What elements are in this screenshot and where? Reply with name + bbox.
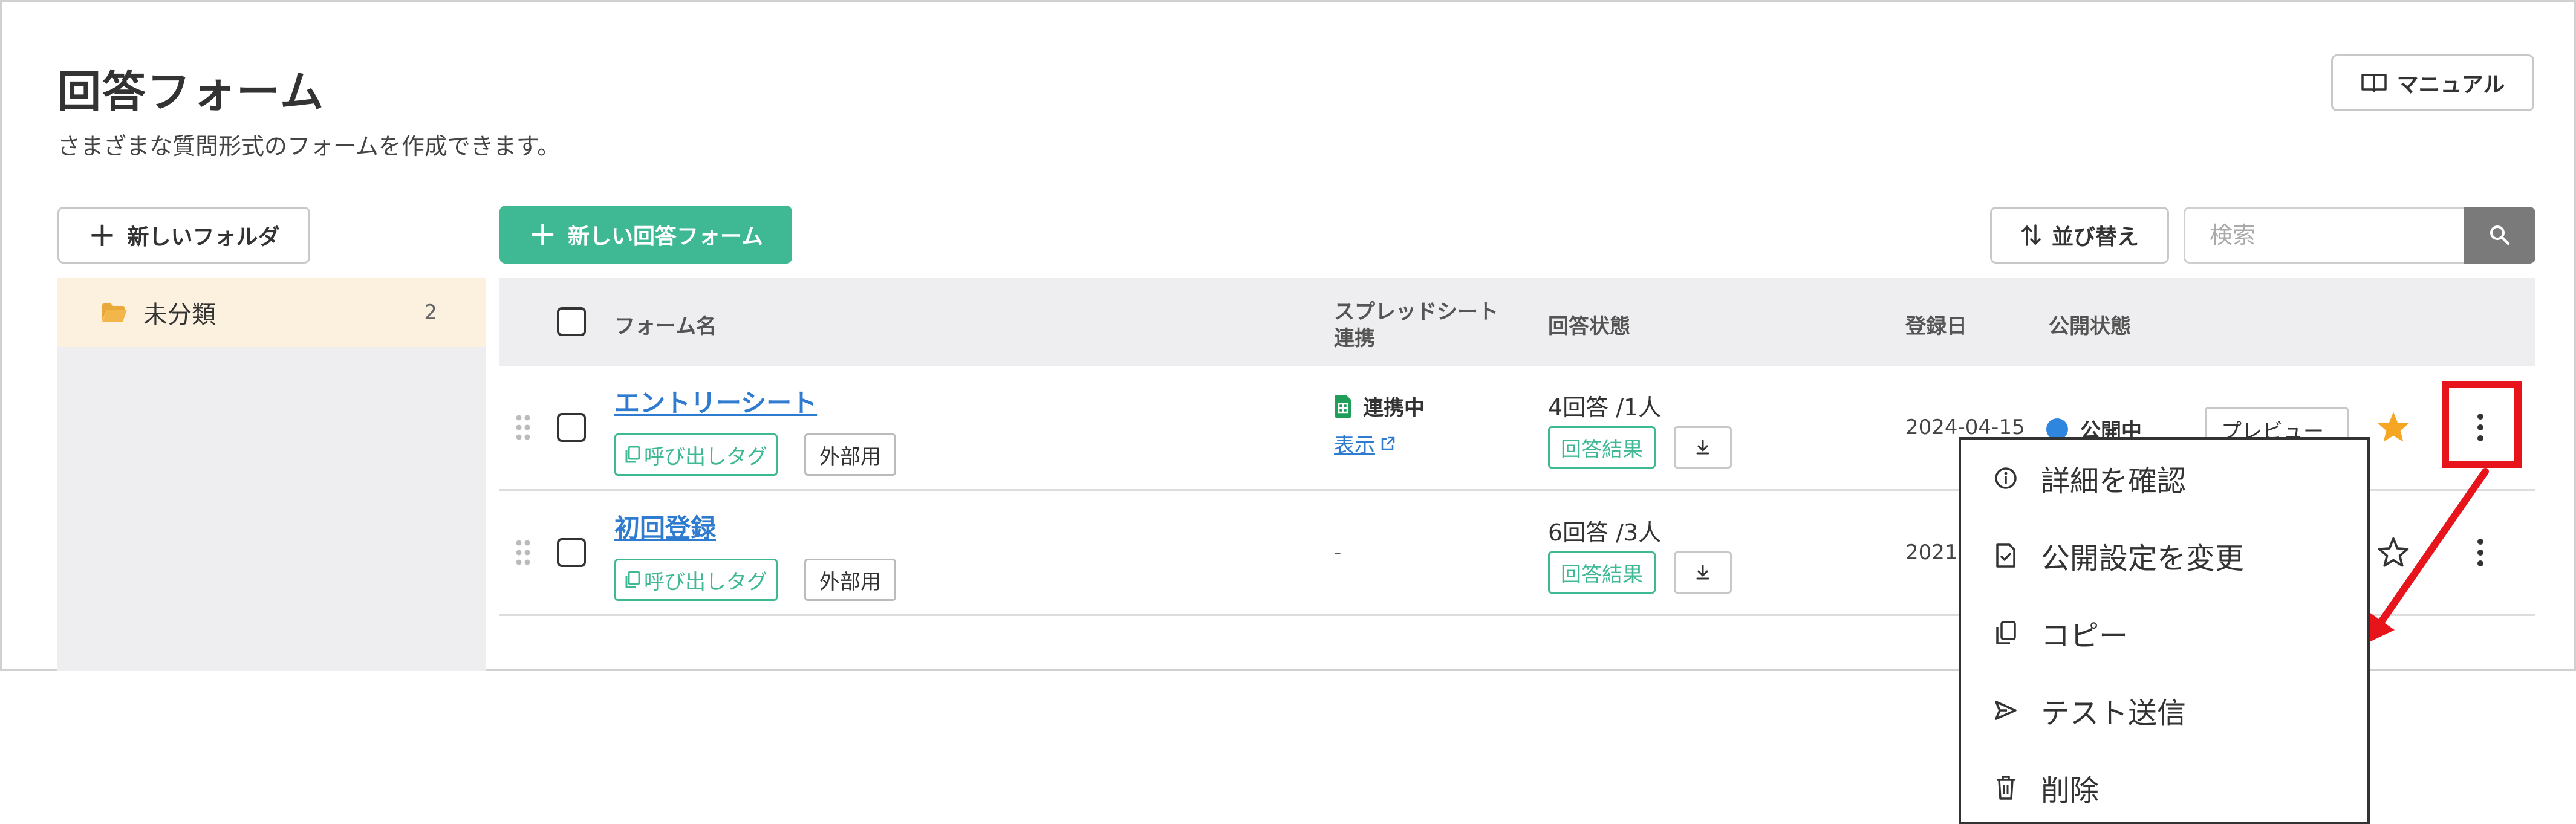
- registered-date: 2024-04-15: [1905, 415, 2025, 440]
- sheet-view-label: 表示: [1334, 433, 1375, 458]
- page-title: 回答フォーム: [57, 67, 325, 117]
- answer-count: 4回答 /1人: [1548, 394, 1662, 421]
- call-tag-label: 呼び出しタグ: [644, 569, 767, 594]
- download-icon: [1696, 565, 1709, 580]
- menu-item-label: 公開設定を変更: [2041, 542, 2245, 576]
- plus-icon: +: [529, 215, 557, 254]
- annotation-highlight-box: [2442, 381, 2522, 468]
- download-button[interactable]: [1674, 551, 1732, 594]
- copy-icon: [1992, 620, 2019, 646]
- info-icon: [1992, 465, 2019, 491]
- download-icon: [1696, 440, 1709, 455]
- star-filled-icon[interactable]: [2376, 410, 2410, 443]
- send-icon: [1992, 697, 2019, 724]
- sheet-status: 連携中: [1334, 391, 1425, 421]
- table-header: フォーム名 スプレッドシート 連携 回答状態 登録日 公開状態: [499, 278, 2535, 366]
- registered-date: 2021-: [1905, 540, 1965, 565]
- download-button[interactable]: [1674, 426, 1732, 469]
- manual-button[interactable]: マニュアル: [2331, 54, 2534, 111]
- column-header-sheet-line1: スプレッドシート: [1334, 300, 1498, 324]
- folder-label: 未分類: [143, 301, 216, 329]
- column-header-sheet-line2: 連携: [1334, 326, 1375, 351]
- search-icon: [2490, 225, 2510, 245]
- new-folder-label: 新しいフォルダ: [127, 225, 280, 250]
- folder-sidebar: 未分類 2: [57, 278, 486, 671]
- new-folder-button[interactable]: + 新しいフォルダ: [57, 207, 310, 264]
- menu-item-details[interactable]: 詳細を確認: [1961, 440, 2367, 517]
- sheet-view-link[interactable]: 表示: [1334, 429, 1396, 458]
- column-header-name: フォーム名: [614, 314, 717, 339]
- external-tag-button[interactable]: 外部用: [804, 559, 896, 601]
- plus-icon: +: [88, 215, 117, 255]
- external-tag-button[interactable]: 外部用: [804, 433, 896, 476]
- menu-item-test-send[interactable]: テスト送信: [1961, 672, 2367, 749]
- external-tag-label: 外部用: [819, 569, 881, 594]
- menu-item-label: コピー: [2041, 619, 2129, 653]
- menu-item-publish-settings[interactable]: 公開設定を変更: [1961, 517, 2367, 594]
- answer-result-button[interactable]: 回答結果: [1548, 426, 1656, 469]
- form-name-link[interactable]: 初回登録: [614, 508, 716, 545]
- folder-icon: [102, 303, 127, 322]
- answer-result-label: 回答結果: [1561, 437, 1643, 462]
- call-tag-label: 呼び出しタグ: [644, 444, 767, 469]
- answer-result-label: 回答結果: [1561, 562, 1643, 587]
- column-header-publish: 公開状態: [2049, 314, 2131, 339]
- sort-arrows-icon: [2021, 224, 2041, 246]
- drag-handle-icon[interactable]: [514, 413, 532, 442]
- select-all-checkbox[interactable]: [557, 307, 586, 336]
- menu-item-label: テスト送信: [2041, 696, 2187, 730]
- call-tag-button[interactable]: 呼び出しタグ: [614, 433, 778, 476]
- trash-icon: [1992, 774, 2019, 801]
- search-button[interactable]: [2464, 207, 2535, 264]
- form-name-link[interactable]: エントリーシート: [614, 383, 817, 420]
- sort-button[interactable]: 並び替え: [1990, 207, 2169, 264]
- book-icon: [2361, 74, 2387, 92]
- new-form-button[interactable]: + 新しい回答フォーム: [499, 206, 792, 264]
- column-header-date: 登録日: [1905, 314, 1967, 339]
- row-checkbox[interactable]: [557, 538, 586, 567]
- answer-result-button[interactable]: 回答結果: [1548, 551, 1656, 594]
- sort-label: 並び替え: [2051, 225, 2139, 250]
- sheet-status-label: 連携中: [1363, 396, 1425, 420]
- answer-count: 6回答 /3人: [1548, 519, 1662, 546]
- menu-item-label: 削除: [2041, 774, 2100, 808]
- new-form-label: 新しい回答フォーム: [568, 224, 763, 249]
- drag-handle-icon[interactable]: [514, 538, 532, 567]
- page-subtitle: さまざまな質問形式のフォームを作成できます。: [57, 133, 561, 160]
- menu-item-delete[interactable]: 削除: [1961, 749, 2367, 824]
- spreadsheet-icon: [1335, 394, 1351, 418]
- external-link-icon: [1381, 436, 1395, 450]
- folder-item-uncategorized[interactable]: 未分類 2: [57, 278, 486, 347]
- annotation-arrow: [2367, 468, 2489, 643]
- row-context-menu: 詳細を確認 公開設定を変更 コピー テスト送信 削除: [1959, 437, 2370, 824]
- copy-icon: [625, 446, 640, 463]
- copy-icon: [625, 571, 640, 588]
- column-header-answers: 回答状態: [1548, 314, 1630, 339]
- menu-item-label: 詳細を確認: [2041, 464, 2187, 498]
- row-checkbox[interactable]: [557, 413, 586, 442]
- document-check-icon: [1992, 542, 2019, 569]
- call-tag-button[interactable]: 呼び出しタグ: [614, 559, 778, 601]
- external-tag-label: 外部用: [819, 444, 881, 469]
- folder-count: 2: [424, 300, 437, 325]
- manual-button-label: マニュアル: [2396, 73, 2505, 97]
- menu-item-copy[interactable]: コピー: [1961, 594, 2367, 672]
- search-input[interactable]: [2184, 207, 2465, 264]
- sheet-status: -: [1334, 540, 1342, 565]
